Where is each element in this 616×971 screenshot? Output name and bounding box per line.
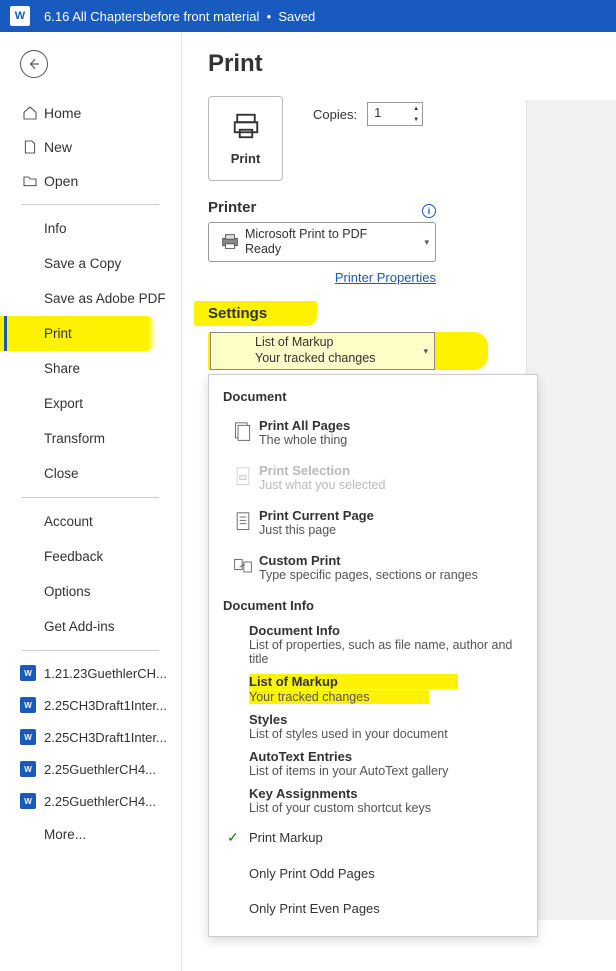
recent-doc-4[interactable]: W2.25GuethlerCH4... <box>0 753 181 785</box>
nav-export[interactable]: Export <box>0 386 181 421</box>
option-styles[interactable]: StylesList of styles used in your docume… <box>209 708 537 745</box>
back-arrow-icon <box>27 57 41 71</box>
option-odd-pages[interactable]: Only Print Odd Pages <box>209 856 537 891</box>
printer-info-icon[interactable]: i <box>422 204 436 218</box>
recent-doc-2[interactable]: W2.25CH3Draft1Inter... <box>0 689 181 721</box>
option-list-of-markup[interactable]: List of MarkupYour tracked changes <box>209 670 537 708</box>
nav-info[interactable]: Info <box>0 211 181 246</box>
option-print-markup[interactable]: ✓Print Markup <box>209 819 537 856</box>
custom-pages-icon <box>227 553 259 579</box>
option-autotext[interactable]: AutoText EntriesList of items in your Au… <box>209 745 537 782</box>
word-doc-icon: W <box>20 729 36 745</box>
printer-properties-link[interactable]: Printer Properties <box>335 270 436 285</box>
option-print-current-page[interactable]: Print Current PageJust this page <box>209 500 537 545</box>
recent-doc-5[interactable]: W2.25GuethlerCH4... <box>0 785 181 817</box>
home-icon <box>22 105 44 121</box>
nav-save-copy[interactable]: Save a Copy <box>0 246 181 281</box>
document-title: 6.16 All Chaptersbefore front material •… <box>44 9 315 24</box>
nav-options[interactable]: Options <box>0 574 181 609</box>
nav-open[interactable]: Open <box>0 164 181 198</box>
nav-home[interactable]: Home <box>0 96 181 130</box>
copies-up[interactable]: ▲ <box>410 103 422 114</box>
word-app-icon: W <box>10 6 30 26</box>
nav-account[interactable]: Account <box>0 504 181 539</box>
what-to-print-panel: Document Print All PagesThe whole thing … <box>208 374 538 937</box>
check-icon: ✓ <box>227 829 249 846</box>
settings-heading: Settings <box>208 305 267 322</box>
word-doc-icon: W <box>20 761 36 777</box>
recent-doc-1[interactable]: W1.21.23GuethlerCH... <box>0 657 181 689</box>
new-icon <box>22 139 44 155</box>
open-icon <box>22 173 44 189</box>
printer-device-icon <box>215 231 245 253</box>
page-selection-icon <box>227 463 259 489</box>
print-pane: Print Print Copies: 1 ▲ ▼ Printer i <box>182 32 616 971</box>
nav-share[interactable]: Share <box>0 351 181 386</box>
option-print-all-pages[interactable]: Print All PagesThe whole thing <box>209 410 537 455</box>
nav-print[interactable]: Print <box>0 316 156 351</box>
back-button[interactable] <box>20 50 48 78</box>
option-even-pages[interactable]: Only Print Even Pages <box>209 891 537 926</box>
word-doc-icon: W <box>20 697 36 713</box>
nav-transform[interactable]: Transform <box>0 421 181 456</box>
panel-docinfo-heading: Document Info <box>209 590 537 619</box>
panel-document-heading: Document <box>209 381 537 410</box>
nav-feedback[interactable]: Feedback <box>0 539 181 574</box>
option-key-assignments[interactable]: Key AssignmentsList of your custom short… <box>209 782 537 819</box>
backstage-sidebar: Home New Open Info Save a Copy Save as A… <box>0 32 182 971</box>
page-title: Print <box>208 50 616 78</box>
copies-down[interactable]: ▼ <box>410 114 422 125</box>
nav-save-adobe[interactable]: Save as Adobe PDF <box>0 281 181 316</box>
printer-dropdown[interactable]: Microsoft Print to PDF Ready ▾ <box>208 222 436 262</box>
word-doc-icon: W <box>20 793 36 809</box>
print-preview-area <box>526 100 616 920</box>
nav-close[interactable]: Close <box>0 456 181 491</box>
option-document-info[interactable]: Document InfoList of properties, such as… <box>209 619 537 670</box>
print-button[interactable]: Print <box>208 96 283 181</box>
copies-input[interactable]: 1 ▲ ▼ <box>367 102 423 126</box>
chevron-down-icon: ▾ <box>424 237 429 248</box>
printer-icon <box>231 111 261 141</box>
printer-heading: Printer <box>208 199 256 216</box>
nav-addins[interactable]: Get Add-ins <box>0 609 181 644</box>
title-bar: W 6.16 All Chaptersbefore front material… <box>0 0 616 32</box>
option-custom-print[interactable]: Custom PrintType specific pages, section… <box>209 545 537 590</box>
copies-label: Copies: <box>313 107 357 122</box>
chevron-down-icon: ▾ <box>423 346 428 357</box>
recent-more[interactable]: More... <box>0 817 181 852</box>
word-doc-icon: W <box>20 665 36 681</box>
pages-stack-icon <box>227 418 259 444</box>
recent-doc-3[interactable]: W2.25CH3Draft1Inter... <box>0 721 181 753</box>
settings-what-to-print-dropdown[interactable]: List of Markup Your tracked changes ▾ <box>210 332 435 370</box>
single-page-icon <box>227 508 259 534</box>
nav-new[interactable]: New <box>0 130 181 164</box>
option-print-selection: Print SelectionJust what you selected <box>209 455 537 500</box>
